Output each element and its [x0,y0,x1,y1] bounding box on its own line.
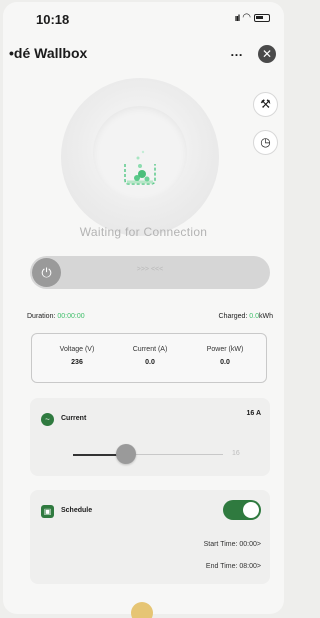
power-metric: Power (kW) 0.0 [190,346,260,366]
voltage-value: 236 [71,359,83,366]
power-slider[interactable]: ⏻ >>> <<< [30,256,270,289]
help-button[interactable] [131,602,153,618]
duration-value: 00:00:00 [57,313,85,320]
current-title: Current [61,415,87,422]
power-label: Power (kW) [206,346,244,353]
current-value: 0.0 [145,359,155,366]
tools-button[interactable]: ⚒ [253,92,278,117]
schedule-panel: ▣ Schedule Start Time: 00:00> End Time: … [30,490,270,584]
status-icons: ııl ◠ [235,12,270,23]
schedule-toggle[interactable] [223,500,261,520]
current-icon: ~ [41,413,54,426]
duration: Duration: 00:00:00 [27,313,85,320]
tools-icon: ⚒ [260,97,271,111]
charging-gauge [61,78,219,236]
charged: Charged: 0.0kWh [219,313,273,320]
end-time[interactable]: End Time: 08:00> [206,563,261,570]
battery-icon [254,13,270,22]
app-screen: 10:18 ııl ◠ •dé Wallbox … ✕ ⚒ ◷ Waiting … [3,2,284,614]
schedule-title: Schedule [61,507,93,514]
session-stats: Duration: 00:00:00 Charged: 0.0kWh [27,313,273,325]
status-time: 10:18 [36,12,70,27]
current-label: Current (A) [132,346,168,353]
current-setting-value: 16 A [246,410,261,417]
signal-icon: ııl [234,12,240,23]
schedule-icon: ▣ [41,505,54,518]
slide-hint: >>> <<< [136,266,164,273]
charging-cup-icon [124,150,156,185]
voltage-metric: Voltage (V) 236 [42,346,112,366]
gauge-inner [93,106,187,200]
duration-label: Duration: [27,313,56,320]
current-slider-thumb[interactable] [115,444,136,464]
wifi-icon: ◠ [242,12,251,23]
current-panel: ~ Current 16 A 16 [30,398,270,476]
voltage-label: Voltage (V) [59,346,95,353]
close-button[interactable]: ✕ [258,45,276,63]
current-max-label: 16 [232,450,240,457]
timer-icon: ◷ [260,135,271,149]
power-value: 0.0 [220,359,230,366]
charged-value: 0.0 [249,313,259,320]
start-time[interactable]: Start Time: 00:00> [204,541,261,548]
toggle-knob [243,502,259,518]
metrics-panel: Voltage (V) 236 Current (A) 0.0 Power (k… [31,333,267,383]
status-bar: 10:18 ııl ◠ [3,2,284,36]
current-slider-track[interactable] [73,453,223,456]
current-metric: Current (A) 0.0 [115,346,185,366]
more-options-button[interactable]: … [230,44,244,59]
timer-button[interactable]: ◷ [253,130,278,155]
charged-unit: kWh [259,313,273,320]
charged-label: Charged: [218,313,248,320]
header: •dé Wallbox … ✕ [3,42,284,66]
connection-status: Waiting for Connection [79,225,208,239]
page-title: •dé Wallbox [9,45,88,61]
